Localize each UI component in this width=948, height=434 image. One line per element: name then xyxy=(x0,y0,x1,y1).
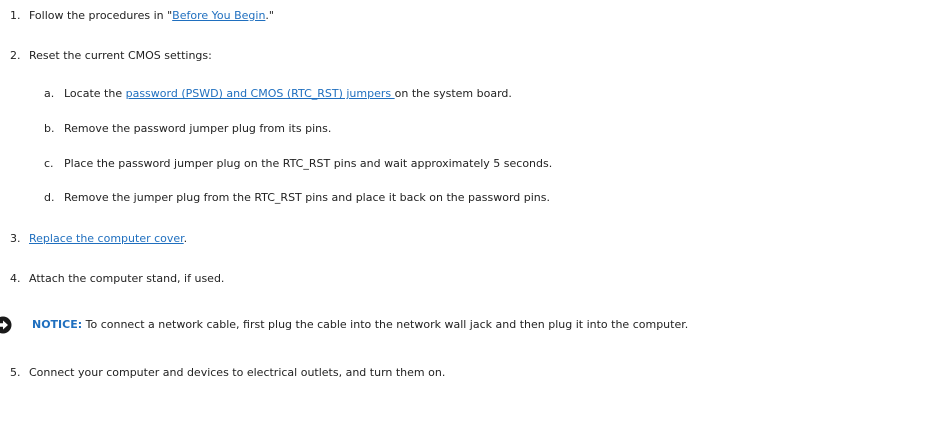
step-text: Connect your computer and devices to ele… xyxy=(29,366,446,379)
step-text: Attach the computer stand, if used. xyxy=(29,272,225,285)
substep-letter: a. xyxy=(44,87,55,100)
substep-text: Remove the jumper plug from the RTC_RST … xyxy=(64,191,550,204)
substep-letter: b. xyxy=(44,122,55,135)
substep-text-after: on the system board. xyxy=(394,87,512,100)
step-text-after: . xyxy=(183,232,188,245)
step-number: 2. xyxy=(10,49,21,62)
notice-label: NOTICE: xyxy=(32,318,83,331)
step-2: 2. Reset the current CMOS settings: xyxy=(10,49,212,63)
step-number: 5. xyxy=(10,366,21,379)
notice-body: To connect a network cable, first plug t… xyxy=(82,318,689,331)
substep-text: Place the password jumper plug on the RT… xyxy=(64,157,553,170)
notice-text: NOTICE: To connect a network cable, firs… xyxy=(32,318,688,332)
substep-text: Locate the xyxy=(64,87,126,100)
substep-a: a. Locate the password (PSWD) and CMOS (R… xyxy=(44,87,512,101)
replace-cover-link[interactable]: Replace the computer cover xyxy=(29,232,184,245)
step-3: 3. Replace the computer cover. xyxy=(10,232,187,246)
jumpers-link[interactable]: password (PSWD) and CMOS (RTC_RST) jumpe… xyxy=(126,87,395,100)
step-text: Reset the current CMOS settings: xyxy=(29,49,212,62)
substep-b: b. Remove the password jumper plug from i… xyxy=(44,122,331,136)
step-1: 1. Follow the procedures in "Before You B… xyxy=(10,9,274,23)
substep-letter: c. xyxy=(44,157,54,170)
notice-arrow-icon xyxy=(0,316,12,334)
step-number: 3. xyxy=(10,232,21,245)
substep-d: d. Remove the jumper plug from the RTC_RS… xyxy=(44,191,550,205)
before-you-begin-link[interactable]: Before You Begin xyxy=(172,9,265,22)
step-number: 1. xyxy=(10,9,21,22)
step-4: 4. Attach the computer stand, if used. xyxy=(10,272,224,286)
substep-letter: d. xyxy=(44,191,55,204)
step-5: 5. Connect your computer and devices to e… xyxy=(10,366,445,380)
substep-c: c. Place the password jumper plug on the … xyxy=(44,157,552,171)
substep-text: Remove the password jumper plug from its… xyxy=(64,122,332,135)
step-text-after: ." xyxy=(265,9,274,22)
step-text: Follow the procedures in " xyxy=(29,9,173,22)
step-number: 4. xyxy=(10,272,21,285)
